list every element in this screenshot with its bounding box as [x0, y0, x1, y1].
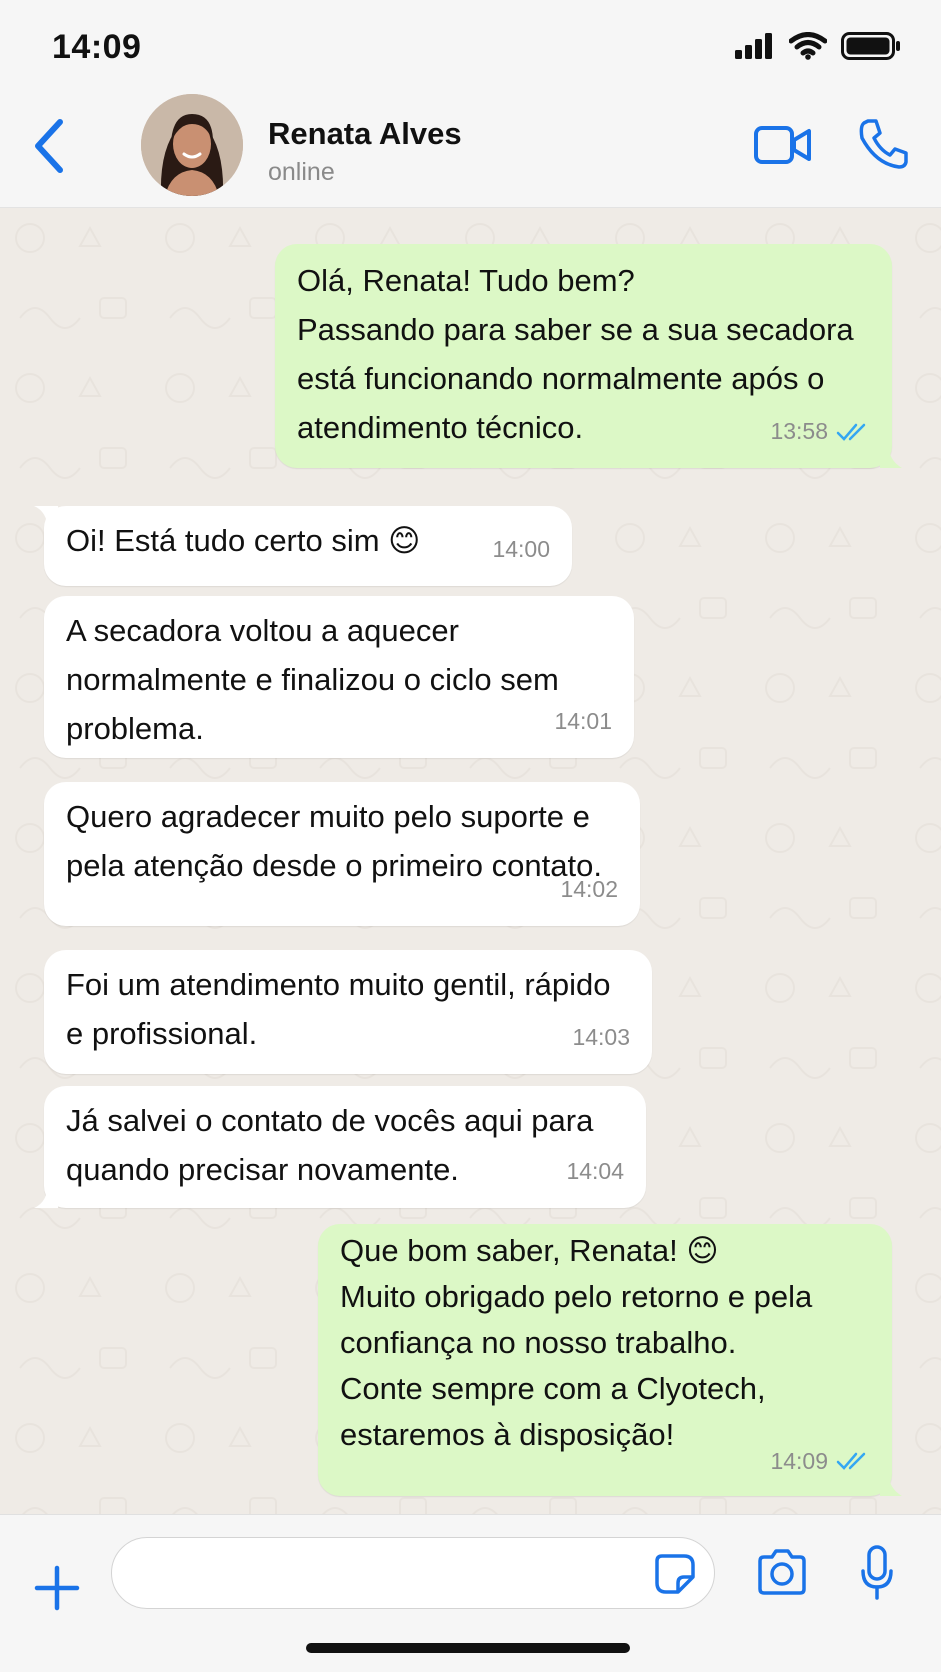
chat-header: Renata Alves online [0, 90, 941, 208]
back-button[interactable] [30, 116, 70, 176]
double-check-icon [836, 1452, 866, 1470]
message-bubble-outgoing[interactable]: Olá, Renata! Tudo bem? Passando para sab… [275, 244, 902, 468]
message-time: 14:04 [566, 1158, 624, 1184]
sticker-button[interactable] [654, 1553, 696, 1595]
message-bubble-incoming[interactable]: Quero agradecer muito pelo suporte e pel… [44, 782, 640, 926]
sticker-icon [655, 1554, 695, 1594]
message-bubble-incoming[interactable]: Oi! Está tudo certo sim 😊 14:00 [34, 506, 572, 586]
battery-icon [841, 32, 900, 60]
bubble-tail [34, 1182, 58, 1208]
message-text: A secadora voltou a aquecer normalmente … [66, 613, 559, 746]
message-text: Já salvei o contato de vocês aqui para q… [66, 1103, 594, 1187]
contact-status: online [268, 158, 335, 186]
message-time: 13:58 [770, 418, 828, 444]
voice-call-button[interactable] [858, 118, 908, 170]
message-meta: 14:00 [492, 525, 550, 574]
message-time: 14:03 [572, 1024, 630, 1050]
message-meta: 14:09 [770, 1438, 870, 1484]
message-time: 14:01 [554, 708, 612, 734]
message-input[interactable] [111, 1537, 715, 1609]
bubble-tail [34, 506, 58, 532]
message-meta: 14:02 [560, 865, 618, 914]
contact-name[interactable]: Renata Alves [268, 116, 462, 152]
message-meta: 13:58 [770, 407, 870, 456]
bubble-tail [880, 1470, 902, 1496]
back-chevron-icon [35, 119, 63, 173]
message-time: 14:00 [492, 536, 550, 562]
message-bubble-incoming[interactable]: Foi um atendimento muito gentil, rápido … [44, 950, 652, 1074]
bubble-tail [880, 442, 902, 468]
status-time: 14:09 [52, 28, 142, 66]
message-time: 14:02 [560, 876, 618, 902]
plus-icon [34, 1565, 80, 1611]
video-call-button[interactable] [754, 122, 812, 168]
microphone-icon [861, 1545, 893, 1600]
message-text: Oi! Está tudo certo sim 😊 [66, 523, 421, 558]
video-call-icon [754, 126, 811, 164]
double-check-icon [836, 423, 866, 441]
message-time: 14:09 [770, 1448, 828, 1474]
message-bubble-incoming[interactable]: A secadora voltou a aquecer normalmente … [44, 596, 634, 758]
message-text: Que bom saber, Renata! 😊 Muito obrigado … [340, 1233, 813, 1452]
message-meta: 14:01 [554, 697, 612, 746]
home-indicator [306, 1643, 630, 1653]
status-bar: 14:09 [0, 0, 941, 90]
message-meta: 14:04 [566, 1147, 624, 1196]
message-text: Foi um atendimento muito gentil, rápido … [66, 967, 611, 1051]
message-meta: 14:03 [572, 1013, 630, 1062]
input-bar [0, 1514, 941, 1672]
camera-icon [758, 1549, 806, 1595]
chat-area[interactable]: Olá, Renata! Tudo bem? Passando para sab… [0, 208, 941, 1514]
contact-photo [141, 94, 243, 196]
status-icons [735, 32, 901, 60]
attach-button[interactable] [34, 1565, 80, 1611]
avatar[interactable] [141, 94, 243, 196]
message-bubble-outgoing[interactable]: Que bom saber, Renata! 😊 Muito obrigado … [318, 1224, 902, 1496]
message-bubble-incoming[interactable]: Já salvei o contato de vocês aqui para q… [34, 1086, 646, 1208]
wifi-icon [789, 32, 827, 60]
signal-icon [735, 33, 772, 59]
microphone-button[interactable] [860, 1545, 894, 1601]
camera-button[interactable] [756, 1549, 808, 1595]
message-text: Quero agradecer muito pelo suporte e pel… [66, 799, 602, 883]
phone-call-icon [859, 119, 908, 169]
